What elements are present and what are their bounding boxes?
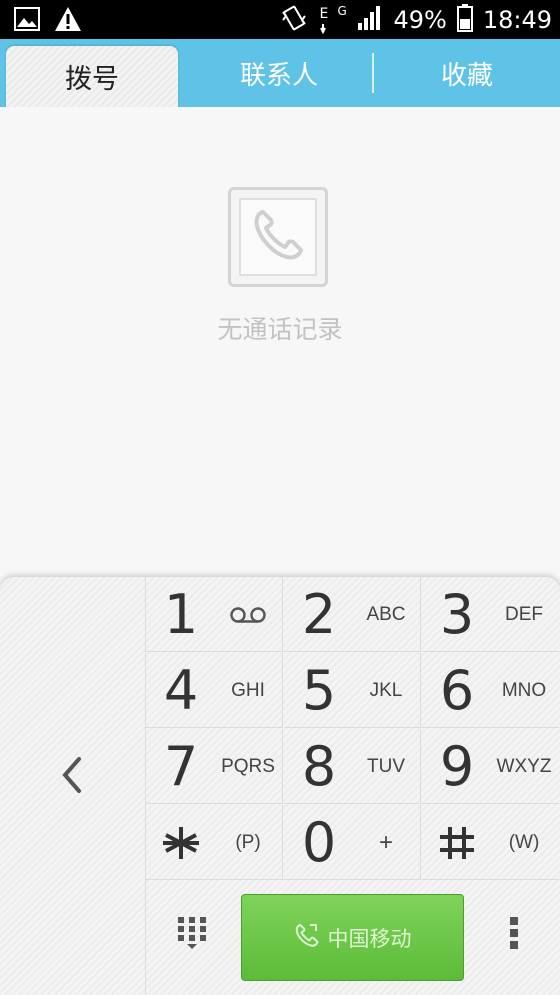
more-menu-button[interactable] bbox=[496, 911, 532, 959]
key-digit: 3 bbox=[439, 583, 475, 646]
phone-icon bbox=[249, 206, 307, 268]
key-2[interactable]: 2 ABC bbox=[284, 577, 421, 652]
dialpad-icon bbox=[177, 916, 207, 954]
key-digit: 8 bbox=[301, 735, 337, 798]
key-3[interactable]: 3 DEF bbox=[422, 577, 559, 652]
key-hash[interactable]: (W) bbox=[422, 805, 559, 880]
tab-contacts[interactable]: 联系人 bbox=[185, 39, 373, 107]
more-menu-icon bbox=[509, 916, 519, 954]
call-button-label: 中国移动 bbox=[327, 926, 412, 951]
tab-bar: 拨号 联系人 收藏 bbox=[0, 39, 560, 107]
key-digit: 5 bbox=[301, 659, 337, 722]
key-letters: JKL bbox=[369, 679, 403, 701]
call-icon bbox=[294, 922, 320, 953]
clock: 18:49 bbox=[482, 6, 552, 34]
status-bar: E G 49% 18:49 bbox=[0, 0, 560, 39]
call-button[interactable]: 中国移动 bbox=[241, 894, 464, 981]
battery-percent: 49% bbox=[393, 6, 447, 34]
key-letters: DEF bbox=[505, 603, 543, 625]
collapse-icon bbox=[57, 755, 87, 799]
voicemail-icon bbox=[212, 577, 284, 652]
key-digit: 9 bbox=[439, 735, 475, 798]
key-letters: MNO bbox=[501, 679, 547, 701]
key-letters: GHI bbox=[231, 679, 265, 701]
keypad-action-row: 中国移动 bbox=[146, 881, 560, 995]
key-digit: 4 bbox=[163, 659, 199, 722]
empty-call-log-frame bbox=[228, 187, 328, 287]
key-digit: 2 bbox=[301, 583, 337, 646]
dialpad-toggle-button[interactable] bbox=[168, 911, 216, 959]
tab-favorites[interactable]: 收藏 bbox=[374, 39, 560, 107]
key-0[interactable]: 0 + bbox=[284, 805, 421, 880]
key-1[interactable]: 1 bbox=[146, 577, 283, 652]
call-log-area: 无通话记录 bbox=[0, 107, 560, 577]
key-8[interactable]: 8 TUV bbox=[284, 729, 421, 804]
hash-icon bbox=[422, 805, 492, 880]
vibrate-icon bbox=[281, 4, 307, 36]
signal-icon bbox=[357, 5, 383, 35]
collapse-keypad-button[interactable] bbox=[40, 745, 104, 809]
key-letters: (P) bbox=[235, 831, 261, 853]
warning-icon bbox=[54, 6, 82, 36]
key-letters: PQRS bbox=[221, 755, 275, 777]
image-notification-icon bbox=[14, 7, 40, 35]
key-4[interactable]: 4 GHI bbox=[146, 653, 283, 728]
key-letters: WXYZ bbox=[496, 755, 552, 777]
key-digit: 7 bbox=[163, 735, 199, 798]
key-digit: 6 bbox=[439, 659, 475, 722]
key-letters: + bbox=[378, 828, 393, 856]
key-5[interactable]: 5 JKL bbox=[284, 653, 421, 728]
tab-dial[interactable]: 拨号 bbox=[6, 46, 178, 107]
key-7[interactable]: 7 PQRS bbox=[146, 729, 283, 804]
dial-keypad: 1 2 ABC 3 DEF 4 GHI 5 JKL 6 MNO 7 PQRS 8… bbox=[0, 577, 560, 995]
dialer-screen: E G 49% 18:49 拨号 联系人 收藏 无通话记录 1 2 ABC 3 … bbox=[0, 0, 560, 995]
key-letters: TUV bbox=[367, 755, 405, 777]
asterisk-icon bbox=[146, 805, 216, 880]
key-letters: ABC bbox=[366, 603, 406, 625]
network-indicator: E G bbox=[317, 4, 347, 36]
key-6[interactable]: 6 MNO bbox=[422, 653, 559, 728]
key-star[interactable]: (P) bbox=[146, 805, 283, 880]
key-digit: 0 bbox=[301, 811, 337, 874]
key-letters: (W) bbox=[508, 831, 540, 853]
key-digit: 1 bbox=[163, 583, 199, 646]
battery-icon bbox=[456, 4, 473, 36]
collapse-panel bbox=[0, 577, 146, 995]
empty-call-log-text: 无通话记录 bbox=[217, 315, 343, 344]
key-9[interactable]: 9 WXYZ bbox=[422, 729, 559, 804]
